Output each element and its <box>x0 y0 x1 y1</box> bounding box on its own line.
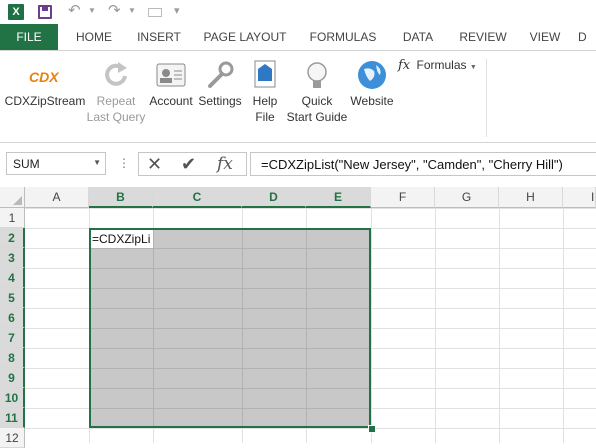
globe-icon <box>356 59 388 91</box>
formula-bar: SUM ▼ ⋮ ✕ ✔ fx =CDXZipList("New Jersey",… <box>0 150 596 180</box>
formula-buttons: ✕ ✔ fx <box>138 152 247 176</box>
row-header-7[interactable]: 7 <box>0 328 25 348</box>
formulas-menu-button[interactable]: fx Formulas ▼ <box>398 57 478 76</box>
ribbon-separator <box>486 59 487 137</box>
quick-access-toolbar: X ↶ ▼ ↷ ▼ ▾ <box>0 0 596 24</box>
row-header-2[interactable]: 2 <box>0 228 25 248</box>
undo-dropdown-icon[interactable]: ▼ <box>88 6 96 15</box>
help-file-button[interactable]: Help File <box>246 59 284 125</box>
tab-developer[interactable]: D <box>578 24 596 50</box>
cdxzipstream-button[interactable]: CDX CDXZipStream <box>4 59 86 109</box>
help-label: Help <box>252 94 278 108</box>
account-label: Account <box>149 94 193 108</box>
save-icon[interactable] <box>38 5 52 19</box>
tab-data[interactable]: DATA <box>392 24 444 50</box>
start-guide-label: Start Guide <box>286 110 348 124</box>
row-header-11[interactable]: 11 <box>0 408 25 428</box>
tab-home[interactable]: HOME <box>66 24 122 50</box>
gridline <box>563 208 564 443</box>
column-header-h[interactable]: H <box>499 187 563 208</box>
quick-label: Quick <box>301 94 333 108</box>
file-label: File <box>255 110 275 124</box>
cdxzipstream-label: CDXZipStream <box>4 94 86 108</box>
row-header-12[interactable]: 12 <box>0 428 25 448</box>
formula-text: =CDXZipList("New Jersey", "Camden", "Che… <box>261 157 563 172</box>
row-header-3[interactable]: 3 <box>0 248 25 268</box>
name-box-value: SUM <box>13 157 40 171</box>
formula-input[interactable]: =CDXZipList("New Jersey", "Camden", "Che… <box>250 152 596 176</box>
name-box[interactable]: SUM ▼ <box>6 152 106 175</box>
repeat-icon <box>100 59 132 91</box>
function-icon: fx <box>398 58 411 73</box>
ribbon: CDX CDXZipStream Repeat Last Query Accou… <box>0 50 596 143</box>
row-header-5[interactable]: 5 <box>0 288 25 308</box>
row-header-6[interactable]: 6 <box>0 308 25 328</box>
touch-mode-icon[interactable] <box>148 8 162 17</box>
wrench-icon <box>204 59 236 91</box>
account-card-icon <box>155 59 187 91</box>
gridline <box>435 208 436 443</box>
help-file-icon <box>249 59 281 91</box>
row-header-1[interactable]: 1 <box>0 208 25 228</box>
column-header-b[interactable]: B <box>89 187 153 208</box>
selection-border <box>89 228 371 428</box>
quick-start-guide-button[interactable]: Quick Start Guide <box>286 59 348 125</box>
repeat-label: Repeat <box>96 94 136 108</box>
redo-icon[interactable]: ↷ <box>108 2 121 20</box>
worksheet-grid: A B C D E F G H I 1 2 3 4 5 6 7 8 9 10 1… <box>0 187 596 448</box>
website-label: Website <box>350 94 394 108</box>
website-button[interactable]: Website <box>346 59 398 109</box>
gridline <box>499 208 500 443</box>
cdx-logo-icon: CDX <box>29 69 59 85</box>
settings-button[interactable]: Settings <box>196 59 244 109</box>
column-header-i[interactable]: I <box>563 187 596 208</box>
column-header-f[interactable]: F <box>371 187 435 208</box>
resize-handle-icon[interactable]: ⋮ <box>118 156 130 170</box>
redo-dropdown-icon[interactable]: ▼ <box>128 6 136 15</box>
column-header-c[interactable]: C <box>153 187 242 208</box>
undo-icon[interactable]: ↶ <box>68 2 81 20</box>
column-header-d[interactable]: D <box>242 187 306 208</box>
tab-page-layout[interactable]: PAGE LAYOUT <box>196 24 294 50</box>
formulas-menu-label: Formulas <box>416 58 467 72</box>
customize-toolbar-icon[interactable]: ▾ <box>174 2 180 20</box>
last-query-label: Last Query <box>86 110 146 124</box>
tab-formulas[interactable]: FORMULAS <box>302 24 384 50</box>
tab-file[interactable]: FILE <box>0 24 58 50</box>
chevron-down-icon: ▼ <box>469 64 477 71</box>
tab-view[interactable]: VIEW <box>522 24 568 50</box>
row-header-9[interactable]: 9 <box>0 368 25 388</box>
settings-label: Settings <box>198 94 242 108</box>
column-header-g[interactable]: G <box>435 187 499 208</box>
name-box-dropdown-icon[interactable]: ▼ <box>93 158 101 167</box>
enter-check-icon[interactable]: ✔ <box>181 154 196 174</box>
insert-function-icon[interactable]: fx <box>217 154 233 174</box>
cancel-icon[interactable]: ✕ <box>147 154 162 174</box>
row-header-8[interactable]: 8 <box>0 348 25 368</box>
gridline <box>371 208 372 443</box>
row-header-10[interactable]: 10 <box>0 388 25 408</box>
account-button[interactable]: Account <box>146 59 196 109</box>
row-header-4[interactable]: 4 <box>0 268 25 288</box>
repeat-last-query-button[interactable]: Repeat Last Query <box>86 59 146 125</box>
ribbon-tab-bar: FILE HOME INSERT PAGE LAYOUT FORMULAS DA… <box>0 24 596 50</box>
column-header-e[interactable]: E <box>306 187 371 208</box>
column-header-a[interactable]: A <box>25 187 89 208</box>
tab-review[interactable]: REVIEW <box>452 24 514 50</box>
lightbulb-icon <box>301 59 333 91</box>
select-all-button[interactable] <box>0 187 25 208</box>
excel-logo-icon: X <box>8 4 24 20</box>
tab-insert[interactable]: INSERT <box>130 24 188 50</box>
fill-handle[interactable] <box>368 425 376 433</box>
